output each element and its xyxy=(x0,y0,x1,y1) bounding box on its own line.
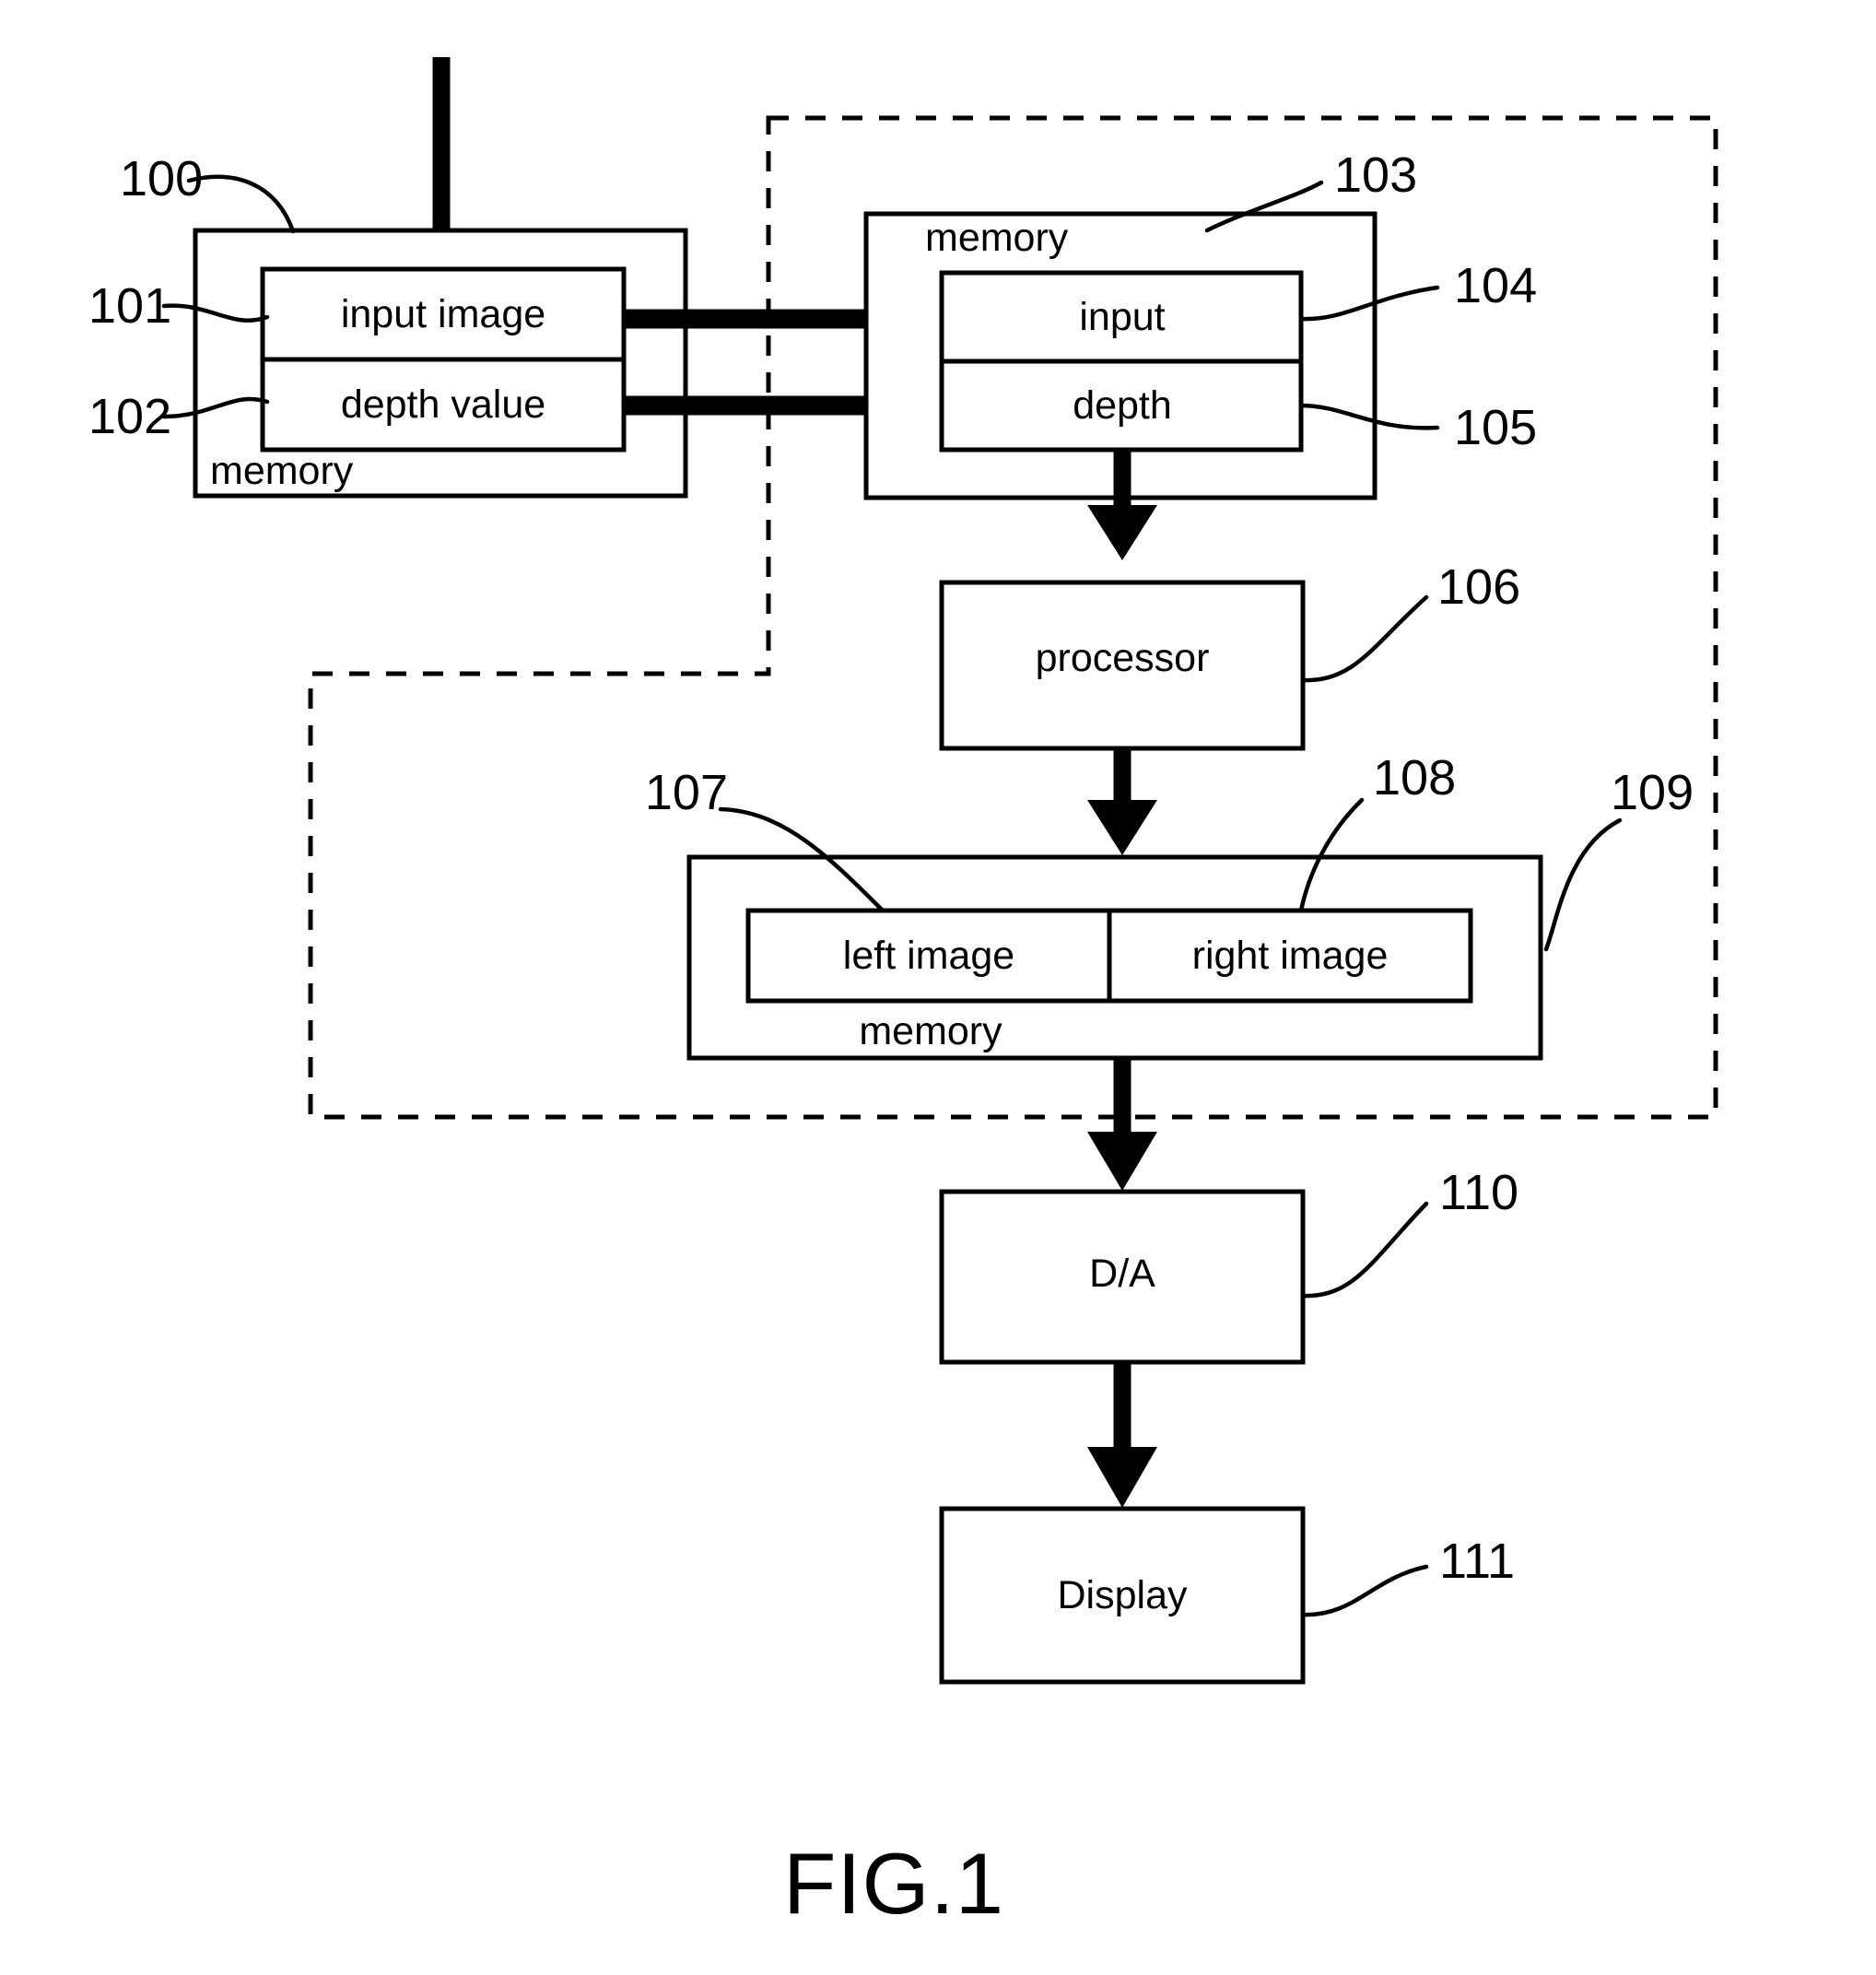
display-label: Display xyxy=(1058,1573,1188,1617)
output-memory-to-dac-arrow xyxy=(1087,1058,1157,1191)
ref-110-text: 110 xyxy=(1439,1165,1518,1220)
figure-caption: FIG.1 xyxy=(783,1835,1004,1932)
ref-106-leader xyxy=(1300,594,1429,683)
ref-105-text: 105 xyxy=(1454,400,1537,455)
source-memory-label: memory xyxy=(210,449,354,493)
ref-104-text: 104 xyxy=(1454,258,1537,313)
input-slot-label: input xyxy=(1079,295,1165,339)
right-image-label: right image xyxy=(1192,934,1389,978)
ref-110-leader xyxy=(1300,1201,1429,1299)
figure-canvas: input image depth value memory 100 101 1… xyxy=(88,57,1718,1932)
left-image-label: left image xyxy=(843,934,1014,978)
depth-value-label: depth value xyxy=(341,382,545,427)
dac-to-display-arrow xyxy=(1087,1362,1157,1508)
ref-109-text: 109 xyxy=(1611,765,1694,820)
input-image-label: input image xyxy=(341,292,545,336)
ref-108-text: 108 xyxy=(1373,750,1456,805)
dac-label: D/A xyxy=(1089,1252,1155,1296)
ref-107-text: 107 xyxy=(645,765,728,820)
ref-102-text: 102 xyxy=(88,389,171,444)
ref-100-text: 100 xyxy=(120,151,203,206)
working-memory-label: memory xyxy=(925,216,1069,260)
ref-103-text: 103 xyxy=(1334,147,1417,203)
depth-slot-label: depth xyxy=(1073,383,1172,428)
ref-101-text: 101 xyxy=(88,278,171,334)
processor-to-output-memory-arrow xyxy=(1087,748,1157,855)
processor-label: processor xyxy=(1036,636,1210,680)
ref-106-text: 106 xyxy=(1437,559,1520,615)
patent-figure: input image depth value memory 100 101 1… xyxy=(0,0,1876,1975)
ref-109-leader xyxy=(1543,817,1623,952)
ref-111-text: 111 xyxy=(1439,1534,1515,1589)
ref-111-leader xyxy=(1300,1564,1429,1617)
output-memory-label: memory xyxy=(859,1009,1002,1053)
ref-100-leader xyxy=(186,174,296,234)
